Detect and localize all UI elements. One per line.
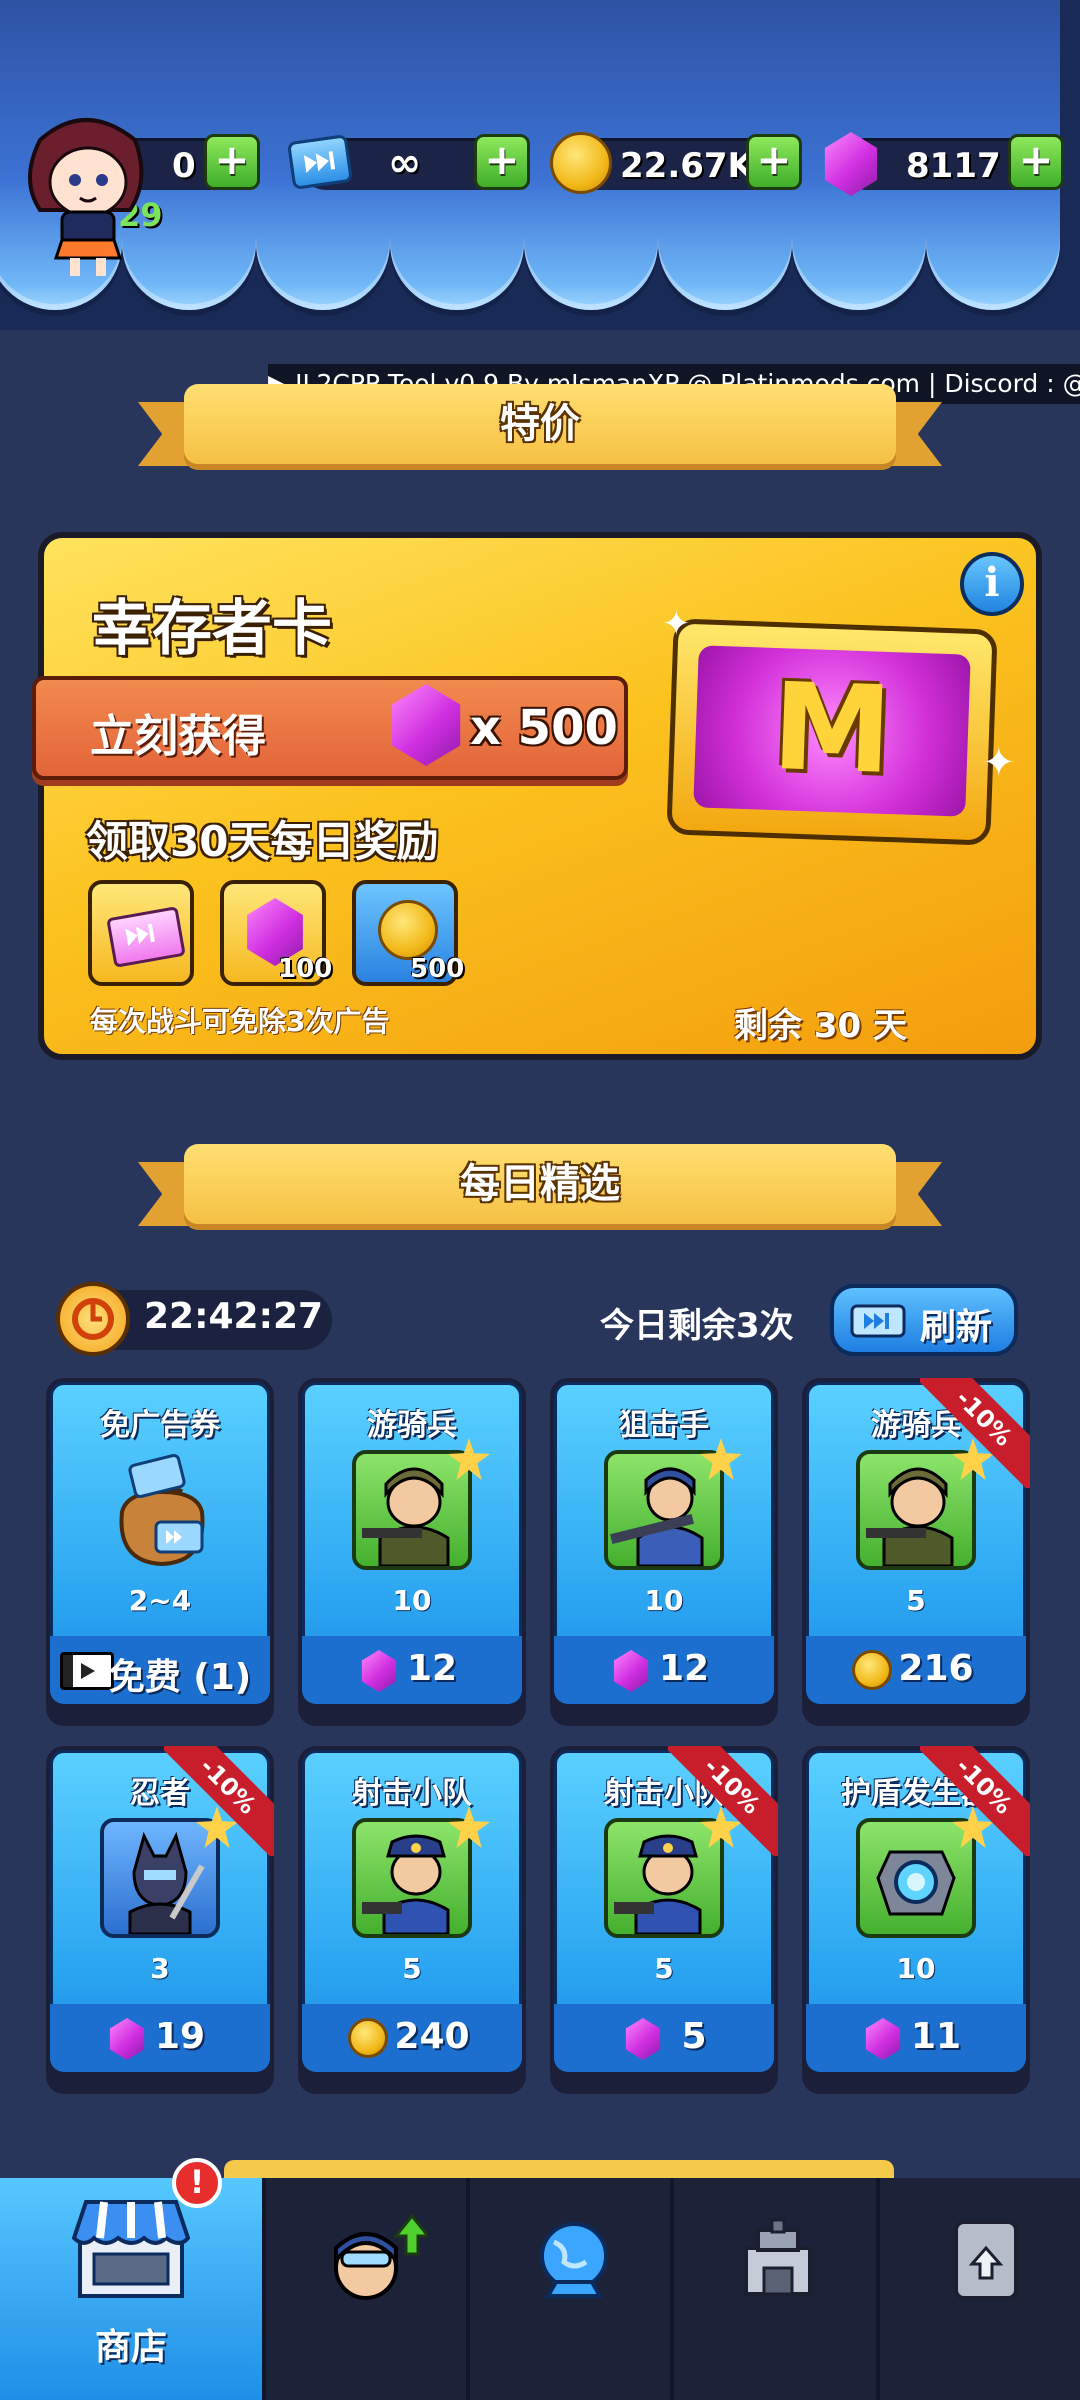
shop-item-shooting-squad-discount[interactable]: 射击小队 -10% 5 5 bbox=[550, 1746, 778, 2094]
reward-quantity: 100 bbox=[278, 954, 333, 984]
shop-alert-badge: ! bbox=[172, 2158, 222, 2208]
sniper-portrait-icon bbox=[604, 1450, 724, 1570]
heroes-upgrade-icon bbox=[334, 2213, 428, 2300]
item-count: 10 bbox=[644, 1584, 684, 1617]
item-name: 射击小队 bbox=[352, 1776, 472, 1811]
police-portrait-icon bbox=[352, 1818, 472, 1938]
item-count: 3 bbox=[150, 1952, 170, 1985]
reward-quantity: 500 bbox=[410, 954, 465, 984]
discount-label: -10% bbox=[920, 1378, 1030, 1488]
nav-tab-base[interactable] bbox=[670, 2178, 876, 2400]
player-avatar[interactable] bbox=[10, 100, 160, 280]
discount-ribbon: -10% bbox=[164, 1746, 274, 1856]
shop-item-sniper[interactable]: 狙击手 10 12 bbox=[550, 1378, 778, 1726]
nav-tab-world[interactable] bbox=[466, 2178, 670, 2400]
sparkle-icon: ✦ bbox=[982, 740, 1016, 786]
item-price: 免费 (1) bbox=[108, 1657, 252, 1698]
daily-reward-gems: 100 bbox=[220, 880, 332, 986]
item-price: 240 bbox=[394, 2016, 470, 2057]
shop-item-no-ad-ticket[interactable]: 免广告券 2~4 免费 (1) bbox=[46, 1378, 274, 1726]
item-price: 11 bbox=[910, 2016, 962, 2057]
item-name: 免广告券 bbox=[100, 1408, 220, 1443]
skip-ticket-add-button[interactable]: + bbox=[474, 134, 530, 190]
avatar-icon bbox=[28, 118, 144, 276]
item-name: 游骑兵 bbox=[367, 1408, 457, 1443]
skip-ticket-icon bbox=[106, 906, 186, 968]
gems-add-button[interactable]: + bbox=[1008, 134, 1064, 190]
daily-selection-ribbon: 每日精选 bbox=[138, 1144, 942, 1230]
shop-icon bbox=[71, 2200, 191, 2298]
shop-item-ninja[interactable]: 忍者 -10% 3 19 bbox=[46, 1746, 274, 2094]
item-price: 5 bbox=[681, 2016, 707, 2057]
discount-label: -10% bbox=[920, 1746, 1030, 1856]
daily-reward-coins: 500 bbox=[352, 880, 464, 986]
item-count: 5 bbox=[654, 1952, 674, 1985]
shop-item-ranger-discount[interactable]: 游骑兵 -10% 5 216 bbox=[802, 1378, 1030, 1726]
info-button[interactable]: i bbox=[960, 552, 1024, 616]
item-count: 5 bbox=[402, 1952, 422, 1985]
ad-removal-note: 每次战斗可免除3次广告 bbox=[90, 1005, 390, 1038]
shop-item-shield-generator[interactable]: 护盾发生器 -10% 10 11 bbox=[802, 1746, 1030, 2094]
item-price: 19 bbox=[154, 2016, 206, 2057]
daily-selection-title: 每日精选 bbox=[184, 1144, 896, 1224]
days-remaining: 剩余 30 天 bbox=[734, 1006, 907, 1046]
item-count: 2~4 bbox=[128, 1584, 192, 1617]
ranger-portrait-icon bbox=[352, 1450, 472, 1570]
refresh-timer-icon bbox=[56, 1282, 130, 1356]
item-price: 216 bbox=[898, 1648, 974, 1689]
m-card-icon: M bbox=[693, 645, 971, 817]
discount-label: -10% bbox=[164, 1746, 274, 1856]
sparkle-icon: ✦ bbox=[662, 604, 691, 644]
nav-shop-label: 商店 bbox=[94, 2327, 167, 2368]
gems-value: 8117 bbox=[906, 146, 1001, 186]
shop-item-ranger[interactable]: 游骑兵 10 12 bbox=[298, 1378, 526, 1726]
skip-ticket-icon bbox=[286, 134, 354, 190]
discount-ribbon: -10% bbox=[920, 1378, 1030, 1488]
coins-value: 22.67K bbox=[620, 146, 754, 186]
shop-item-shooting-squad[interactable]: 射击小队 5 240 bbox=[298, 1746, 526, 2094]
discount-ribbon: -10% bbox=[668, 1746, 778, 1856]
nav-tab-heroes[interactable] bbox=[262, 2178, 466, 2400]
coins-add-button[interactable]: + bbox=[746, 134, 802, 190]
energy-value: 0 bbox=[172, 146, 196, 186]
special-offer-title: 特价 bbox=[184, 384, 896, 464]
coin-icon bbox=[378, 900, 438, 960]
base-building-icon bbox=[744, 2218, 812, 2296]
refresh-timer: 22:42:27 bbox=[144, 1296, 324, 1337]
locked-card-icon bbox=[954, 2220, 1018, 2300]
instant-reward-quantity: x 500 bbox=[470, 700, 618, 756]
daily-reward-skip-ticket bbox=[88, 880, 194, 986]
item-count: 10 bbox=[896, 1952, 936, 1985]
coin-icon bbox=[550, 132, 612, 194]
survivor-card-title: 幸存者卡 bbox=[92, 594, 332, 664]
item-price: 12 bbox=[406, 1648, 458, 1689]
item-count: 10 bbox=[392, 1584, 432, 1617]
item-name: 狙击手 bbox=[619, 1408, 709, 1443]
discount-ribbon: -10% bbox=[920, 1746, 1030, 1856]
item-count: 5 bbox=[906, 1584, 926, 1617]
energy-add-button[interactable]: + bbox=[204, 134, 260, 190]
discount-label: -10% bbox=[668, 1746, 778, 1856]
globe-icon bbox=[540, 2222, 608, 2298]
item-price: 12 bbox=[658, 1648, 710, 1689]
remaining-refreshes: 今日剩余3次 bbox=[600, 1306, 794, 1346]
refresh-label: 刷新 bbox=[920, 1307, 993, 1348]
instant-reward-label: 立刻获得 bbox=[90, 711, 266, 762]
skip-ticket-icon bbox=[850, 1304, 906, 1338]
special-offer-ribbon: 特价 bbox=[138, 384, 942, 470]
nav-tab-locked[interactable] bbox=[876, 2178, 1080, 2400]
ticket-bag-icon bbox=[102, 1452, 222, 1572]
daily-rewards-label: 领取30天每日奖励 bbox=[86, 817, 439, 866]
skip-ticket-value: ∞ bbox=[388, 140, 422, 186]
